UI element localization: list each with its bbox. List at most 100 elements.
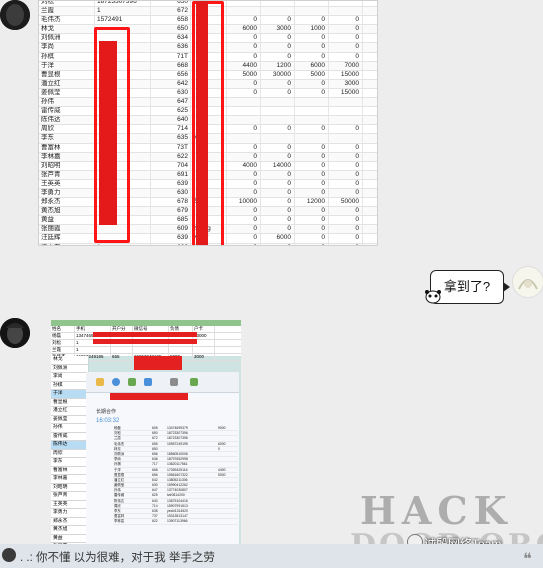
photo-inner-cell: 雷传威 — [114, 493, 125, 498]
table-cell-b: 0 — [261, 179, 295, 188]
table-cell-b — [261, 107, 295, 116]
table-cell-name: 汪廷辉 — [39, 234, 95, 243]
photo-table-cell: 655 — [111, 354, 133, 360]
emoji-icon — [112, 378, 120, 386]
table-cell-a: 0 — [227, 170, 261, 179]
table-cell-d: 0 — [329, 243, 363, 245]
photo-name-cell: 李东 — [51, 458, 89, 467]
photo-table-cell: 刘松 — [51, 340, 75, 346]
footer-avatar — [2, 548, 16, 562]
table-cell-b: 0 — [261, 52, 295, 61]
table-cell-n1: 636 — [151, 43, 191, 52]
photo-inner-cell — [217, 488, 238, 492]
table-cell-n1: 685 — [151, 216, 191, 225]
photo-inner-cell: 672 — [152, 436, 158, 441]
photo-name-cell: 孙伟 — [51, 424, 89, 433]
photo-inner-cell: 17059425116 — [167, 467, 188, 472]
table-cell-a: 0 — [227, 143, 261, 152]
photo-inner-cell: 737 — [152, 514, 158, 519]
table-cell-n1: 634 — [151, 34, 191, 43]
table-cell-d: 0 — [329, 188, 363, 198]
table-cell-c: 0 — [295, 34, 329, 43]
contact-avatar[interactable] — [0, 0, 30, 30]
photo-inner-cell: 周欣 — [114, 503, 121, 508]
photo-redaction-4 — [110, 393, 188, 400]
photo-name-cell: 孙棋 — [51, 381, 89, 390]
photo-inner-cell: 姜佩莹 — [114, 483, 125, 488]
table-cell-n1: 622 — [151, 152, 191, 161]
photo-inner-cell: 李尚 — [114, 457, 121, 462]
table-cell-name: 毛伟杰 — [39, 16, 95, 25]
photo-header-cell: 姓名 — [51, 326, 75, 332]
table-cell-a — [227, 7, 261, 16]
photo-inner-cell: 毛伟杰 — [114, 441, 125, 446]
table-cell-name: 周欣 — [39, 125, 95, 134]
table-cell-c: 0 — [295, 216, 329, 225]
photo-name-cell: 于洋 — [51, 390, 89, 399]
table-cell-n1: 639 — [151, 179, 191, 188]
table-cell-a: 0 — [227, 79, 261, 88]
table-cell-d: 0 — [329, 234, 363, 243]
table-cell-n1: 650 — [151, 25, 191, 34]
table-cell-a: 4000 — [227, 161, 261, 170]
photo-name-cell: 刘佩洲 — [51, 364, 89, 373]
table-cell-c: 0 — [295, 79, 329, 88]
table-cell-c: 0 — [295, 16, 329, 25]
table-cell-n1: 714 — [151, 125, 191, 134]
photo-inner-cell — [138, 493, 151, 497]
message-text: 拿到了? — [443, 279, 491, 294]
table-cell-d: 0 — [329, 216, 363, 225]
table-cell-a: 0 — [227, 43, 261, 52]
photo-inner-cell — [166, 447, 217, 451]
table-cell-c — [295, 116, 329, 125]
table-cell-c: 0 — [295, 143, 329, 152]
table-cell-name: 李林嘉 — [39, 152, 95, 161]
photo-inner-cell: 656 — [152, 472, 158, 477]
table-cell-d: 15000 — [329, 70, 363, 79]
photo-inner-cell: 15313513147 — [167, 514, 188, 519]
table-cell-n1: 672 — [151, 7, 191, 16]
table-cell-c: 0 — [295, 152, 329, 161]
table-cell-name: 黄杰旭 — [39, 207, 95, 216]
table-cell-d — [329, 134, 363, 143]
table-cell-c: 0 — [295, 225, 329, 234]
table-cell-d: 0 — [329, 34, 363, 43]
table-cell-a: 0 — [227, 34, 261, 43]
photo-inner-cell: 9000 — [218, 426, 226, 430]
table-cell-a: 0 — [227, 16, 261, 25]
photo-inner-cell: yeckl1314520 — [167, 509, 188, 513]
table-cell-d: 0 — [329, 207, 363, 216]
photo-inner-cell: 刘佩洲 — [114, 451, 125, 456]
photo-inner-cell: 6000 — [218, 441, 226, 446]
table-cell-phone: 18723307396 — [95, 1, 151, 7]
photo-inner-cell: 622 — [152, 519, 158, 524]
table-cell-n1: 678 — [151, 198, 191, 207]
contact-avatar-2[interactable] — [0, 318, 30, 348]
table-cell-c: 0 — [295, 52, 329, 61]
photo-inner-cell: 于洋 — [114, 467, 121, 472]
photo-inner-cell: 13474699379 — [167, 426, 188, 430]
table-cell-b: 0 — [261, 225, 295, 234]
photo-redaction-1 — [93, 332, 197, 337]
table-cell-b: 0 — [261, 79, 295, 88]
table-cell-b: 0 — [261, 207, 295, 216]
table-cell-name: 黄益 — [39, 216, 95, 225]
message-preview-bar[interactable]: . .: 你不懂 以为很难，对于我 举手之劳 — [0, 544, 543, 568]
photo-inner-cell — [217, 493, 238, 497]
photo-inner-cell — [138, 447, 151, 451]
photo-chat-toolbar — [86, 372, 239, 393]
table-cell-a — [227, 1, 261, 7]
table-cell-b: 1200 — [261, 61, 295, 70]
photo-redaction-3 — [134, 356, 182, 370]
photo-inner-cell: 717 — [152, 462, 158, 467]
photo-inner-cell: 18723307396 — [167, 431, 188, 436]
quote-icon[interactable]: ❝ — [523, 549, 532, 568]
table-cell-d: 0 — [329, 170, 363, 179]
shared-spreadsheet-image[interactable]: 刘松1872330739665018723307兰霞1672毛伟杰1572491… — [38, 0, 378, 246]
my-avatar[interactable] — [512, 266, 543, 298]
image-icon — [128, 378, 136, 386]
photo-inner-cell: 668 — [152, 467, 158, 472]
photo-name-cell: 李林嘉 — [51, 475, 89, 484]
table-cell-n1: 656 — [151, 70, 191, 79]
table-cell-a: 0 — [227, 216, 261, 225]
